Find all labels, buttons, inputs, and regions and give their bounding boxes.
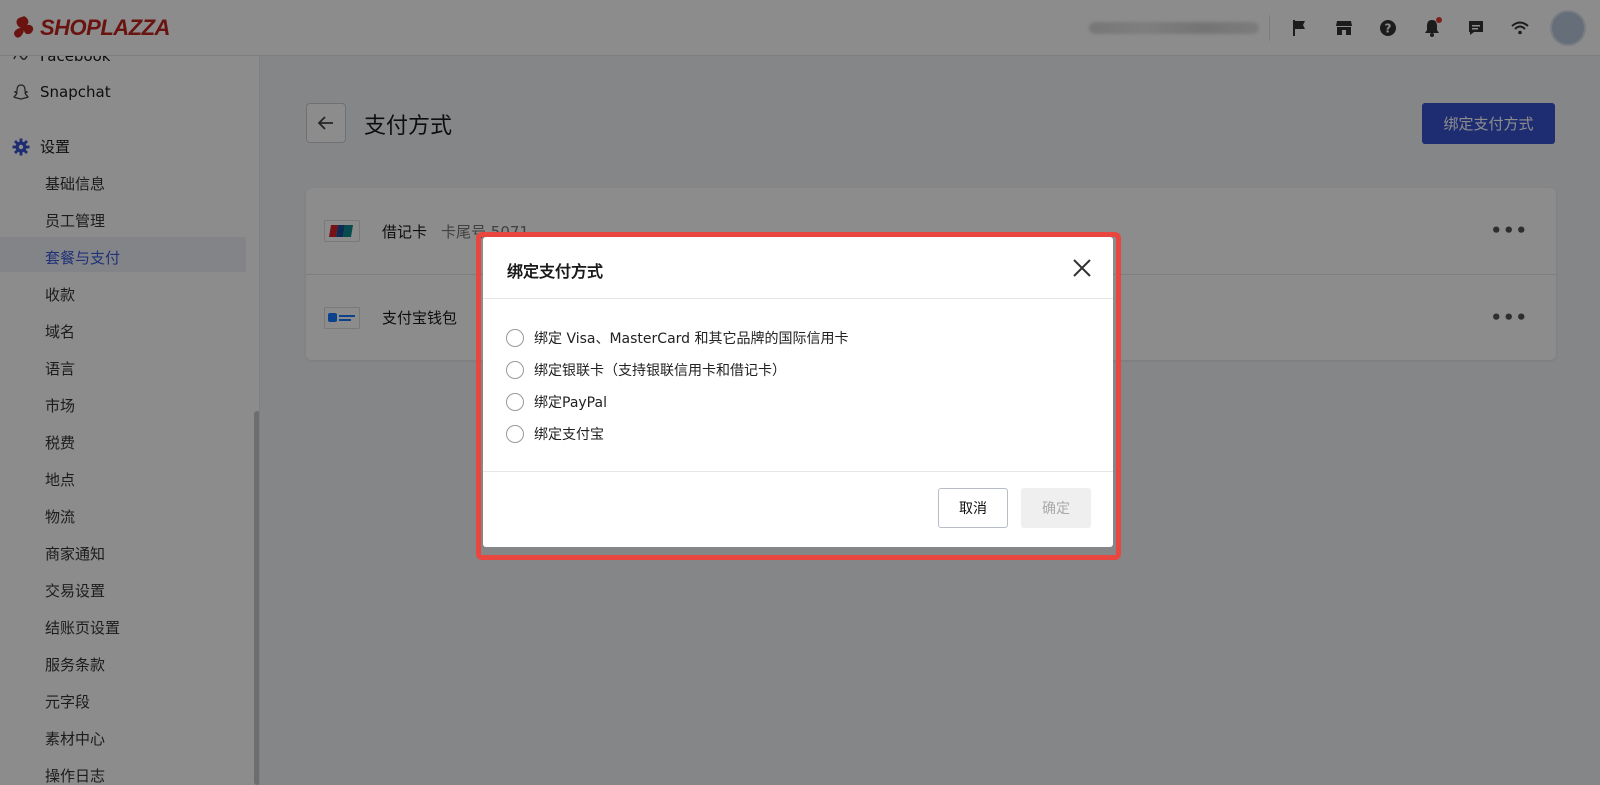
radio-button[interactable] <box>506 425 524 443</box>
option-label: 绑定支付宝 <box>534 427 604 443</box>
dialog-header: 绑定支付方式 <box>483 237 1113 299</box>
radio-button[interactable] <box>506 329 524 347</box>
option-unionpay[interactable]: 绑定银联卡（支持银联信用卡和借记卡） <box>506 354 849 386</box>
payment-options: 绑定 Visa、MasterCard 和其它品牌的国际信用卡 绑定银联卡（支持银… <box>506 322 849 450</box>
cancel-button[interactable]: 取消 <box>938 488 1008 528</box>
dialog-footer: 取消 确定 <box>483 471 1113 547</box>
radio-button[interactable] <box>506 361 524 379</box>
dialog-title: 绑定支付方式 <box>507 262 604 281</box>
option-label: 绑定 Visa、MasterCard 和其它品牌的国际信用卡 <box>534 331 849 347</box>
bind-payment-dialog: 绑定支付方式 绑定 Visa、MasterCard 和其它品牌的国际信用卡 绑定… <box>483 237 1113 547</box>
radio-button[interactable] <box>506 393 524 411</box>
option-label: 绑定银联卡（支持银联信用卡和借记卡） <box>534 363 786 379</box>
option-paypal[interactable]: 绑定PayPal <box>506 386 849 418</box>
option-label: 绑定PayPal <box>534 395 607 411</box>
confirm-button[interactable]: 确定 <box>1021 488 1091 528</box>
option-alipay[interactable]: 绑定支付宝 <box>506 418 849 450</box>
close-icon[interactable] <box>1071 257 1093 279</box>
option-intl-card[interactable]: 绑定 Visa、MasterCard 和其它品牌的国际信用卡 <box>506 322 849 354</box>
